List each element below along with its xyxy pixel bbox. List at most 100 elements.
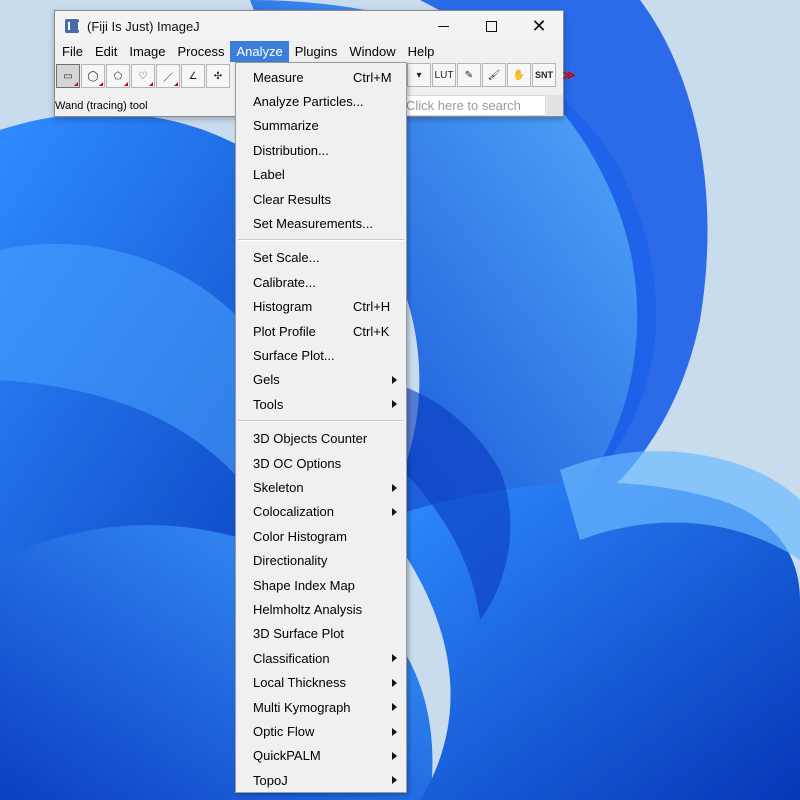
analyze-item-plot-profile[interactable]: Plot Profile Ctrl+K	[236, 319, 406, 343]
menu-item-label: Gels	[253, 372, 280, 388]
menu-bar: File Edit Image Process Analyze Plugins Window…	[55, 41, 563, 62]
dropdown-icon: ▾	[416, 69, 422, 81]
search-input[interactable]	[401, 95, 546, 116]
window-controls: ✕	[419, 11, 563, 41]
line-tool[interactable]: ／	[156, 64, 180, 88]
analyze-item-distribution[interactable]: Distribution...	[236, 138, 406, 162]
analyze-item-directionality[interactable]: Directionality	[236, 549, 406, 573]
polygon-tool[interactable]: ⬠	[106, 64, 130, 88]
close-button[interactable]: ✕	[515, 11, 563, 41]
more-tools[interactable]: ≫	[557, 63, 581, 87]
submenu-arrow-icon	[392, 678, 397, 687]
analyze-item-3d-objects-counter[interactable]: 3D Objects Counter	[236, 427, 406, 451]
submenu-arrow-icon	[392, 776, 397, 785]
maximize-button[interactable]	[467, 11, 515, 41]
menu-item-label: Optic Flow	[253, 724, 315, 740]
menu-item-label: Skeleton	[253, 480, 304, 496]
pencil-tool[interactable]: ✎	[457, 63, 481, 87]
menu-item-label: 3D OC Options	[253, 455, 342, 471]
dropdown-tool[interactable]: ▾	[407, 63, 431, 87]
menu-edit[interactable]: Edit	[89, 41, 123, 62]
title-bar[interactable]: (Fiji Is Just) ImageJ ✕	[55, 11, 563, 41]
point-icon: ✣	[213, 70, 223, 82]
menu-analyze[interactable]: Analyze	[230, 41, 289, 62]
submenu-arrow-icon	[392, 727, 397, 736]
menu-item-label: 3D Objects Counter	[253, 431, 368, 447]
brush-tool[interactable]: 🖌	[482, 63, 506, 87]
menu-item-label: Shape Index Map	[253, 577, 355, 593]
analyze-item-helmholtz-analysis[interactable]: Helmholtz Analysis	[236, 597, 406, 621]
menu-plugins[interactable]: Plugins	[289, 41, 344, 62]
oval-tool[interactable]: ◯	[81, 64, 105, 88]
analyze-item-skeleton[interactable]: Skeleton	[236, 475, 406, 499]
close-icon: ✕	[531, 16, 547, 36]
menu-item-label: Label	[253, 167, 285, 183]
rectangle-tool[interactable]: ▭	[56, 64, 80, 88]
oval-icon: ◯	[87, 70, 99, 82]
analyze-item-measure[interactable]: Measure Ctrl+M	[236, 65, 406, 89]
submenu-arrow-icon	[392, 375, 397, 384]
submenu-arrow-icon	[392, 507, 397, 516]
analyze-item-tools[interactable]: Tools	[236, 392, 406, 416]
menu-item-shortcut: Ctrl+H	[353, 299, 391, 315]
snt-tool[interactable]: SNT	[532, 63, 556, 87]
menu-item-label: Summarize	[253, 118, 319, 134]
analyze-item-local-thickness[interactable]: Local Thickness	[236, 671, 406, 695]
analyze-item-quickpalm[interactable]: QuickPALM	[236, 744, 406, 768]
analyze-item-optic-flow[interactable]: Optic Flow	[236, 719, 406, 743]
analyze-item-set-measurements[interactable]: Set Measurements...	[236, 211, 406, 235]
menu-file[interactable]: File	[56, 41, 89, 62]
analyze-item-calibrate[interactable]: Calibrate...	[236, 270, 406, 294]
minimize-button[interactable]	[419, 11, 467, 41]
analyze-item-classification[interactable]: Classification	[236, 646, 406, 670]
submenu-arrow-icon	[392, 400, 397, 409]
analyze-item-set-scale[interactable]: Set Scale...	[236, 246, 406, 270]
menu-item-label: Classification	[253, 650, 330, 666]
analyze-item-multi-kymograph[interactable]: Multi Kymograph	[236, 695, 406, 719]
menu-item-label: Local Thickness	[253, 675, 346, 691]
menu-image[interactable]: Image	[123, 41, 171, 62]
analyze-item-color-histogram[interactable]: Color Histogram	[236, 524, 406, 548]
analyze-item-gels[interactable]: Gels	[236, 368, 406, 392]
point-tool[interactable]: ✣	[206, 64, 230, 88]
analyze-item-clear-results[interactable]: Clear Results	[236, 187, 406, 211]
menu-item-shortcut: Ctrl+K	[353, 323, 390, 339]
menu-item-label: Analyze Particles...	[253, 94, 364, 110]
submenu-arrow-icon	[392, 654, 397, 663]
menu-item-label: Distribution...	[253, 142, 329, 158]
analyze-item-3d-oc-options[interactable]: 3D OC Options	[236, 451, 406, 475]
menu-item-label: TopoJ	[253, 772, 288, 788]
analyze-item-analyze-particles[interactable]: Analyze Particles...	[236, 89, 406, 113]
menu-item-label: Histogram	[253, 299, 313, 315]
menu-help[interactable]: Help	[402, 41, 441, 62]
menu-window[interactable]: Window	[343, 41, 401, 62]
menu-item-label: Set Measurements...	[253, 216, 373, 232]
menu-item-label: Plot Profile	[253, 323, 316, 339]
line-icon: ／	[163, 72, 173, 84]
polygon-icon: ⬠	[113, 70, 123, 82]
submenu-arrow-icon	[392, 483, 397, 492]
status-text: Wand (tracing) tool	[55, 99, 148, 112]
toolbar-right-group: ▾ LUT ✎ 🖌 ✋ SNT ≫	[407, 63, 582, 87]
analyze-item-3d-surface-plot[interactable]: 3D Surface Plot	[236, 622, 406, 646]
freehand-tool[interactable]: ♡	[131, 64, 155, 88]
analyze-item-shape-index-map[interactable]: Shape Index Map	[236, 573, 406, 597]
submenu-arrow-icon	[392, 751, 397, 760]
analyze-item-histogram[interactable]: Histogram Ctrl+H	[236, 295, 406, 319]
search-scroll-button[interactable]	[547, 95, 563, 116]
analyze-item-summarize[interactable]: Summarize	[236, 114, 406, 138]
menu-item-label: Helmholtz Analysis	[253, 602, 363, 618]
flood-fill-tool[interactable]: ✋	[507, 63, 531, 87]
analyze-item-label[interactable]: Label	[236, 163, 406, 187]
menu-item-label: 3D Surface Plot	[253, 626, 345, 642]
snt-icon: SNT	[535, 70, 553, 80]
menu-separator	[238, 419, 404, 422]
analyze-item-surface-plot[interactable]: Surface Plot...	[236, 343, 406, 367]
lut-tool[interactable]: LUT	[432, 63, 456, 87]
analyze-item-colocalization[interactable]: Colocalization	[236, 500, 406, 524]
analyze-item-topoj[interactable]: TopoJ	[236, 768, 406, 792]
menu-separator	[238, 238, 404, 241]
freehand-icon: ♡	[138, 70, 148, 82]
angle-tool[interactable]: ∠	[181, 64, 205, 88]
menu-process[interactable]: Process	[172, 41, 231, 62]
